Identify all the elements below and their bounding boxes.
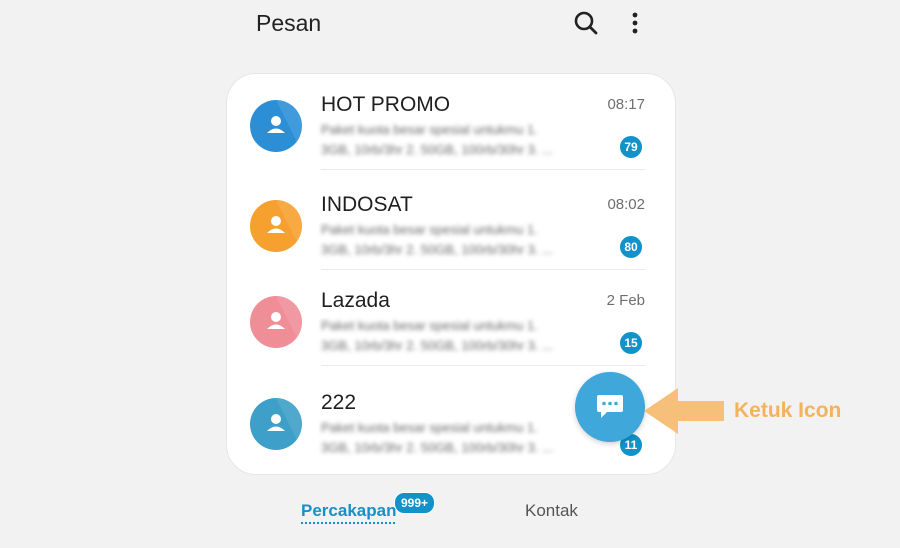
divider [321, 365, 645, 366]
message-preview: Paket kuota besar spesial untukmu 1. 3GB… [321, 418, 621, 458]
message-preview: Paket kuota besar spesial untukmu 1. 3GB… [321, 316, 621, 356]
conversation-item[interactable]: INDOSAT 08:02 Paket kuota besar spesial … [227, 174, 675, 270]
preview-line: 3GB, 10rb/3hr 2. 50GB, 100rb/30hr 3. ... [321, 440, 553, 455]
more-options-icon[interactable] [620, 8, 650, 38]
conversation-name: Lazada [321, 289, 390, 312]
annotation-arrow-icon [644, 388, 726, 434]
conversations-count-badge: 999+ [394, 492, 436, 514]
contact-avatar-icon [250, 200, 302, 252]
unread-count-badge: 80 [619, 235, 643, 259]
preview-line: 3GB, 10rb/3hr 2. 50GB, 100rb/30hr 3. ... [321, 142, 553, 157]
unread-count-badge: 15 [619, 331, 643, 355]
preview-line: Paket kuota besar spesial untukmu 1. [321, 318, 538, 333]
conversation-name: INDOSAT [321, 193, 413, 216]
tab-conversations[interactable]: Percakapan [301, 500, 396, 522]
contact-avatar-icon [250, 296, 302, 348]
contact-avatar-icon [250, 100, 302, 152]
preview-line: Paket kuota besar spesial untukmu 1. [321, 222, 538, 237]
conversation-time: 08:02 [607, 196, 645, 213]
conversation-time: 2 Feb [606, 292, 645, 309]
conversation-time: 08:17 [607, 96, 645, 113]
preview-line: 3GB, 10rb/3hr 2. 50GB, 100rb/30hr 3. ... [321, 242, 553, 257]
preview-line: 3GB, 10rb/3hr 2. 50GB, 100rb/30hr 3. ... [321, 338, 553, 353]
new-message-button[interactable] [575, 372, 645, 442]
unread-count-badge: 79 [619, 135, 643, 159]
annotation-label: Ketuk Icon [734, 399, 842, 422]
preview-line: Paket kuota besar spesial untukmu 1. [321, 420, 538, 435]
contact-avatar-icon [250, 398, 302, 450]
preview-line: Paket kuota besar spesial untukmu 1. [321, 122, 538, 137]
conversation-name: 222 [321, 391, 357, 414]
search-icon[interactable] [571, 8, 601, 38]
message-preview: Paket kuota besar spesial untukmu 1. 3GB… [321, 120, 621, 160]
page-title: Pesan [256, 10, 322, 36]
tab-contacts[interactable]: Kontak [525, 500, 578, 522]
conversation-name: HOT PROMO [321, 93, 451, 116]
active-tab-indicator [301, 522, 395, 524]
conversation-item[interactable]: HOT PROMO 08:17 Paket kuota besar spesia… [227, 74, 675, 170]
divider [321, 169, 645, 170]
conversation-item[interactable]: Lazada 2 Feb Paket kuota besar spesial u… [227, 270, 675, 366]
message-preview: Paket kuota besar spesial untukmu 1. 3GB… [321, 220, 621, 260]
chat-bubble-icon [597, 395, 623, 418]
